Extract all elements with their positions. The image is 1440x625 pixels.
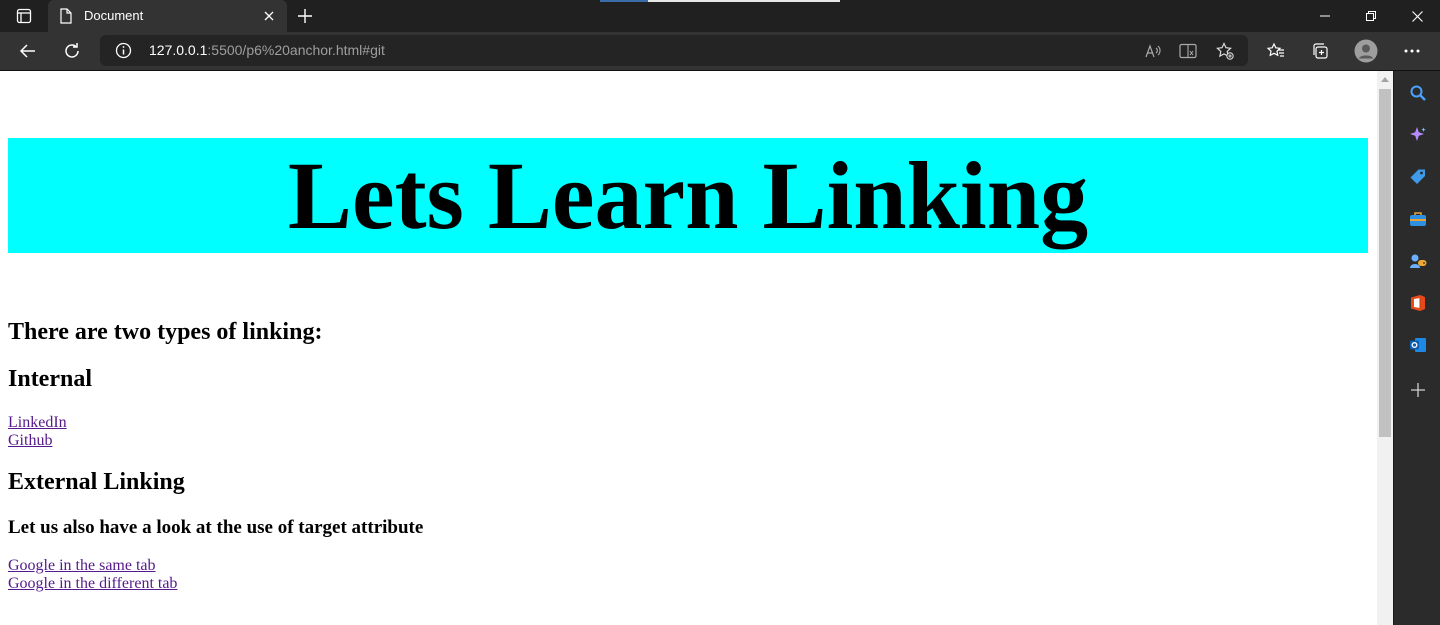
new-tab-button[interactable] <box>293 4 317 28</box>
link-github[interactable]: Github <box>8 432 52 450</box>
scroll-up-button[interactable] <box>1377 71 1393 88</box>
sidebar-search-button[interactable] <box>1402 77 1434 109</box>
browser-tab[interactable]: Document <box>48 0 287 32</box>
title-banner: Lets Learn Linking <box>8 138 1368 253</box>
tab-actions-icon <box>16 8 32 24</box>
close-icon <box>264 11 274 21</box>
browser-toolbar: 127.0.0.1:5500/p6%20anchor.html#git <box>0 32 1440 71</box>
add-icon <box>1411 383 1425 397</box>
games-icon <box>1410 254 1427 268</box>
outlook-icon <box>1410 338 1426 352</box>
read-aloud-button[interactable] <box>1140 37 1168 65</box>
search-icon <box>1410 85 1426 101</box>
link-google-same-tab[interactable]: Google in the same tab <box>8 557 156 575</box>
sidebar-tools-button[interactable] <box>1402 203 1434 235</box>
window-close-button[interactable] <box>1394 0 1440 32</box>
heading-link-types: There are two types of linking: <box>8 319 323 345</box>
restore-button[interactable] <box>1348 0 1394 32</box>
back-icon <box>19 44 35 58</box>
address-bar[interactable]: 127.0.0.1:5500/p6%20anchor.html#git <box>100 35 1248 66</box>
sidebar-shopping-button[interactable] <box>1402 161 1434 193</box>
tab-actions-button[interactable] <box>0 0 48 32</box>
sidebar-outlook-button[interactable] <box>1402 329 1434 361</box>
tab-title: Document <box>84 8 144 23</box>
restore-icon <box>1366 11 1376 21</box>
copilot-icon <box>1410 127 1426 141</box>
sidebar-games-button[interactable] <box>1402 245 1434 277</box>
tab-close-button[interactable] <box>259 6 279 26</box>
more-icon <box>1404 49 1420 53</box>
profile-icon <box>1354 39 1378 63</box>
tab-strip-indicator-light <box>648 0 840 2</box>
sidebar-add-button[interactable] <box>1402 374 1434 406</box>
new-tab-icon <box>298 9 312 23</box>
minimize-icon <box>1320 15 1330 17</box>
edge-sidebar <box>1393 71 1440 625</box>
page-content: Lets Learn Linking There are two types o… <box>0 71 1377 625</box>
collections-button[interactable] <box>1306 37 1334 65</box>
shopping-icon <box>1410 169 1425 184</box>
favorites-icon <box>1267 42 1284 57</box>
favorites-button[interactable] <box>1262 37 1290 65</box>
sidebar-copilot-button[interactable] <box>1402 119 1434 151</box>
back-button[interactable] <box>14 37 42 65</box>
more-button[interactable] <box>1398 37 1426 65</box>
heading-internal: Internal <box>8 366 92 392</box>
scroll-thumb[interactable] <box>1379 89 1391 437</box>
vertical-scrollbar[interactable] <box>1377 71 1393 625</box>
window-close-icon <box>1411 10 1423 22</box>
minimize-button[interactable] <box>1302 0 1348 32</box>
document-icon <box>60 8 72 24</box>
heading-target-attribute: Let us also have a look at the use of ta… <box>8 517 424 538</box>
refresh-button[interactable] <box>58 37 86 65</box>
page-title: Lets Learn Linking <box>287 142 1089 249</box>
scroll-up-arrow-icon <box>1381 77 1389 82</box>
collections-icon <box>1313 43 1328 59</box>
url-text[interactable]: 127.0.0.1:5500/p6%20anchor.html#git <box>149 42 385 58</box>
profile-button[interactable] <box>1352 37 1380 65</box>
immersive-reader-icon <box>1179 43 1197 59</box>
refresh-icon <box>65 43 79 58</box>
info-icon[interactable] <box>115 42 132 59</box>
read-aloud-icon <box>1145 44 1161 58</box>
add-favorite-button[interactable] <box>1211 37 1239 65</box>
sidebar-office-button[interactable] <box>1402 287 1434 319</box>
add-favorite-icon <box>1216 42 1234 60</box>
link-google-different-tab[interactable]: Google in the different tab <box>8 575 177 593</box>
title-bar: Document <box>0 0 1440 32</box>
tools-icon <box>1410 212 1426 226</box>
url-path: :5500/p6%20anchor.html#git <box>207 42 385 58</box>
url-host: 127.0.0.1 <box>149 42 208 58</box>
immersive-reader-button[interactable] <box>1174 37 1202 65</box>
heading-external-linking: External Linking <box>8 469 185 495</box>
office-icon <box>1411 295 1425 311</box>
link-linkedin[interactable]: LinkedIn <box>8 414 67 432</box>
